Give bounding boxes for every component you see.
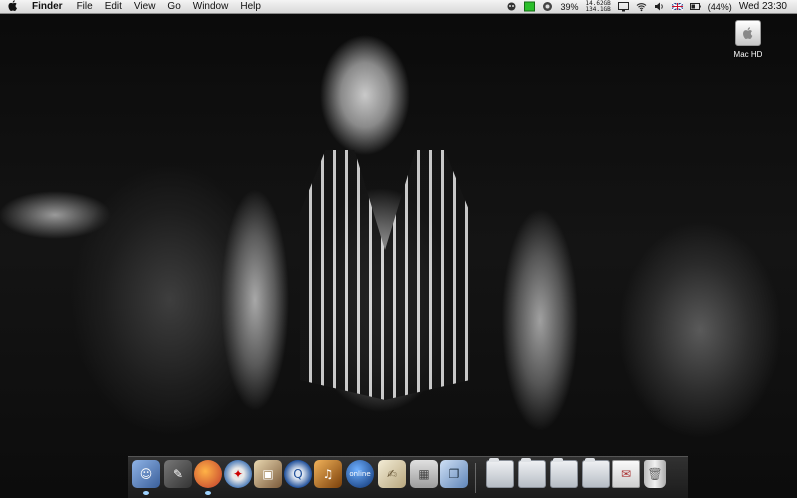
menu-bar: Finder File Edit View Go Window Help 39%… — [0, 0, 797, 14]
desktop-wallpaper — [0, 0, 797, 498]
menu-help[interactable]: Help — [234, 0, 267, 14]
menu-finder[interactable]: Finder — [26, 0, 71, 14]
menu-view[interactable]: View — [128, 0, 162, 14]
calculator-icon: ▦ — [418, 467, 430, 481]
preview-icon: ❐ — [448, 467, 460, 481]
dock-calculator[interactable]: ▦ — [410, 460, 438, 488]
display-monitor-icon[interactable] — [617, 1, 629, 12]
dock-online[interactable]: online — [346, 460, 374, 488]
script-editor-icon: ✎ — [172, 467, 184, 481]
menu-edit[interactable]: Edit — [99, 0, 128, 14]
dock-folder-applications[interactable] — [486, 458, 514, 488]
iphoto-icon: ▣ — [262, 467, 274, 481]
mail-stack-icon: ✉ — [620, 467, 632, 481]
dock-quicktime[interactable]: Q — [284, 460, 312, 488]
dock-script-editor[interactable]: ✎ — [164, 460, 192, 488]
menu-window[interactable]: Window — [187, 0, 235, 14]
menu-file[interactable]: File — [71, 0, 99, 14]
activity-monitor-icon[interactable] — [524, 1, 536, 12]
quicktime-icon: Q — [293, 467, 303, 481]
wifi-icon[interactable] — [636, 1, 647, 12]
running-indicator — [205, 491, 211, 495]
dock-mail-stack[interactable]: ✉ — [612, 460, 640, 488]
dock-separator — [475, 463, 476, 493]
dock-firefox[interactable] — [194, 460, 222, 495]
sync-status-icon[interactable] — [542, 1, 553, 12]
menu-clock[interactable]: Wed 23:30 — [739, 0, 787, 14]
dock-garageband[interactable]: ♫ — [314, 460, 342, 488]
dock-preview[interactable]: ❐ — [440, 460, 468, 488]
desktop-icon-mac-hd[interactable]: Mac HD — [730, 20, 766, 59]
dock-folder-documents[interactable] — [518, 458, 546, 488]
desktop-icon-label: Mac HD — [733, 50, 763, 59]
trash-icon: 🗑 — [647, 467, 663, 481]
textedit-icon: ✍ — [386, 467, 398, 481]
running-indicator — [143, 491, 149, 495]
dock-safari[interactable]: ✦ — [224, 460, 252, 488]
menu-go[interactable]: Go — [161, 0, 186, 14]
wallpaper-figure — [300, 150, 470, 400]
disk-usage-bottom: 134.1GB — [585, 5, 611, 13]
garageband-icon: ♫ — [322, 467, 334, 481]
volume-icon[interactable] — [654, 1, 665, 12]
battery-icon[interactable] — [689, 1, 701, 12]
firefox-icon — [194, 460, 222, 488]
disk-usage-readout[interactable]: 14.62GB 134.1GB — [585, 0, 611, 13]
dock-finder[interactable]: ☺ — [132, 460, 160, 495]
cpu-usage-text[interactable]: 39% — [560, 0, 578, 14]
safari-icon: ✦ — [232, 467, 244, 481]
status-area: 39% 14.62GB 134.1GB (44%) Wed 23:30 — [506, 0, 797, 14]
dock-textedit[interactable]: ✍ — [378, 460, 406, 488]
dock: ☺ ✎ ✦ ▣ Q ♫ online ✍ ▦ ❐ ✉ 🗑 — [128, 456, 688, 498]
hard-drive-icon — [735, 20, 761, 46]
battery-percent-text[interactable]: (44%) — [708, 0, 732, 14]
online-globe-icon: online — [349, 470, 371, 478]
dock-folder-downloads[interactable] — [550, 458, 578, 488]
apple-menu-icon[interactable] — [0, 0, 26, 14]
robot-status-icon[interactable] — [506, 1, 517, 12]
dock-iphoto[interactable]: ▣ — [254, 460, 282, 488]
dock-folder-pictures[interactable] — [582, 458, 610, 488]
dock-trash[interactable]: 🗑 — [644, 460, 666, 488]
finder-icon: ☺ — [139, 467, 153, 481]
uk-flag-input-icon[interactable] — [671, 1, 684, 12]
